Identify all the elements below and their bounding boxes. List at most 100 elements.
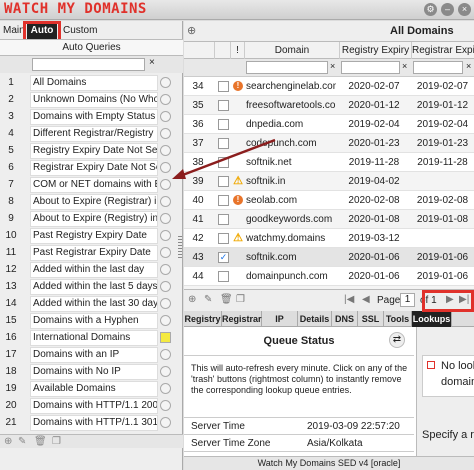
filter-clear-icon[interactable]: × [402, 61, 407, 71]
query-label[interactable]: Added within the last 30 days [30, 296, 158, 312]
gear-icon[interactable] [160, 298, 171, 309]
gear-icon[interactable] [160, 366, 171, 377]
gear-icon[interactable] [160, 315, 171, 326]
splitter-handle[interactable] [178, 236, 182, 258]
table-row[interactable]: 44 domainpunch.com 2020-01-06 2019-01-06 [184, 267, 474, 286]
table-row[interactable]: 43 ✓ softnik.com 2020-01-06 2019-01-06 [184, 248, 474, 267]
query-label[interactable]: Registrar Expiry Date Not Set [30, 160, 158, 176]
registrar-filter-input[interactable] [413, 61, 463, 74]
row-checkbox[interactable] [218, 119, 229, 130]
query-label[interactable]: About to Expire (Registrar) in 30 [30, 194, 158, 210]
tab-ip-whois[interactable]: IP Whois [262, 311, 298, 340]
table-row[interactable]: 36 dnpedia.com 2019-02-04 2019-02-04 [184, 115, 474, 134]
gear-icon[interactable] [160, 230, 171, 241]
query-label[interactable]: Added within the last 5 days [30, 279, 158, 295]
close-icon[interactable]: × [458, 3, 471, 16]
tab-registrar[interactable]: Registrar [222, 311, 262, 327]
column-registrar-expiry[interactable]: Registrar Expiry [411, 42, 474, 59]
column-alert[interactable]: ! [230, 42, 244, 59]
tab-details[interactable]: Details [298, 311, 332, 327]
filter-clear-icon[interactable]: × [149, 57, 155, 68]
gear-icon[interactable] [160, 111, 171, 122]
query-item[interactable]: 19 Available Domains [0, 380, 176, 398]
domain-filter-input[interactable] [246, 61, 328, 74]
add-icon[interactable]: ⊕ [4, 436, 12, 447]
query-item[interactable]: 13 Added within the last 5 days [0, 278, 176, 296]
query-label[interactable]: Past Registrar Expiry Date [30, 245, 158, 261]
settings-icon[interactable]: ⚙ [424, 3, 437, 16]
row-checkbox[interactable] [218, 81, 229, 92]
column-registry-expiry[interactable]: Registry Expiry [339, 42, 411, 59]
prev-page-icon[interactable]: ◀ [362, 294, 370, 305]
query-item[interactable]: 2 Unknown Domains (No Whois) [0, 91, 176, 109]
query-item[interactable]: 1 All Domains [0, 74, 176, 92]
query-label[interactable]: Domains with Empty Status [30, 109, 158, 125]
gear-icon[interactable] [160, 383, 171, 394]
column-select[interactable] [214, 42, 230, 59]
row-checkbox[interactable] [218, 195, 229, 206]
query-item[interactable]: 5 Registry Expiry Date Not Set [0, 142, 176, 160]
query-label[interactable]: All Domains [30, 75, 158, 91]
tab-custom[interactable]: Custom [60, 23, 100, 39]
query-item[interactable]: 10 Past Registry Expiry Date [0, 227, 176, 245]
query-label[interactable]: Domains with an IP [30, 347, 158, 363]
gear-icon[interactable] [160, 264, 171, 275]
query-label[interactable]: Added within the last day [30, 262, 158, 278]
copy-icon[interactable]: ❐ [52, 436, 61, 447]
query-item[interactable]: 4 Different Registrar/Registry Expiry [0, 125, 176, 143]
gear-icon[interactable] [160, 94, 171, 105]
query-item[interactable]: 20 Domains with HTTP/1.1 200 H [0, 397, 176, 415]
color-swatch-icon[interactable] [160, 332, 171, 343]
refresh-icon[interactable]: ⇄ [389, 332, 405, 348]
tab-lookups[interactable]: Lookups [412, 311, 452, 327]
column-domain[interactable]: Domain [244, 42, 339, 59]
query-label[interactable]: Unknown Domains (No Whois) [30, 92, 158, 108]
query-item[interactable]: 21 Domains with HTTP/1.1 301 H [0, 414, 176, 432]
query-label[interactable]: About to Expire (Registry) in 30 [30, 211, 158, 227]
query-label[interactable]: COM or NET domains with Empty [30, 177, 158, 193]
query-item[interactable]: 6 Registrar Expiry Date Not Set [0, 159, 176, 177]
tab-ssl[interactable]: SSL [358, 311, 384, 327]
add-icon[interactable]: ⊕ [188, 294, 196, 305]
table-row[interactable]: 42 ⚠ watchmy.domains 2019-03-12 [184, 229, 474, 248]
gear-icon[interactable] [160, 349, 171, 360]
query-label[interactable]: Domains with No IP [30, 364, 158, 380]
query-label[interactable]: Domains with HTTP/1.1 200 H [30, 398, 158, 414]
query-item[interactable]: 8 About to Expire (Registrar) in 30 [0, 193, 176, 211]
query-label[interactable]: Past Registry Expiry Date [30, 228, 158, 244]
first-page-icon[interactable]: |◀ [344, 294, 354, 305]
tab-dns[interactable]: DNS [332, 311, 358, 327]
registry-filter-input[interactable] [341, 61, 400, 74]
tab-registry[interactable]: Registry [184, 311, 222, 327]
row-checkbox[interactable] [218, 100, 229, 111]
query-item[interactable]: 15 Domains with a Hyphen [0, 312, 176, 330]
query-item[interactable]: 16 International Domains [0, 329, 176, 347]
table-row[interactable]: 40! seolab.com 2020-02-08 2019-02-08 [184, 191, 474, 210]
copy-icon[interactable]: ❐ [236, 294, 245, 305]
query-label[interactable]: Domains with a Hyphen [30, 313, 158, 329]
row-checkbox[interactable] [218, 214, 229, 225]
query-item[interactable]: 12 Added within the last day [0, 261, 176, 279]
query-item[interactable]: 17 Domains with an IP [0, 346, 176, 364]
trash-icon[interactable]: 🗑 [34, 436, 47, 447]
query-item[interactable]: 3 Domains with Empty Status [0, 108, 176, 126]
edit-icon[interactable]: ✎ [204, 294, 212, 305]
row-checkbox[interactable]: ✓ [218, 252, 229, 263]
trash-icon[interactable]: 🗑 [220, 294, 233, 305]
filter-clear-icon[interactable]: × [330, 61, 335, 71]
edit-icon[interactable]: ✎ [18, 436, 26, 447]
table-row[interactable]: 41 goodkeywords.com 2020-01-08 2019-01-08 [184, 210, 474, 229]
row-checkbox[interactable] [218, 233, 229, 244]
query-label[interactable]: Different Registrar/Registry Expiry [30, 126, 158, 142]
query-item[interactable]: 18 Domains with No IP [0, 363, 176, 381]
query-label[interactable]: Available Domains [30, 381, 158, 397]
gear-icon[interactable] [160, 247, 171, 258]
query-item[interactable]: 14 Added within the last 30 days [0, 295, 176, 313]
gear-icon[interactable] [160, 417, 171, 428]
tab-tools[interactable]: Tools [384, 311, 412, 327]
gear-icon[interactable] [160, 196, 171, 207]
query-item[interactable]: 9 About to Expire (Registry) in 30 [0, 210, 176, 228]
table-row[interactable]: 34! searchenginelab.com 2020-02-07 2019-02-… [184, 77, 474, 96]
gear-icon[interactable] [160, 281, 171, 292]
gear-icon[interactable] [160, 77, 171, 88]
